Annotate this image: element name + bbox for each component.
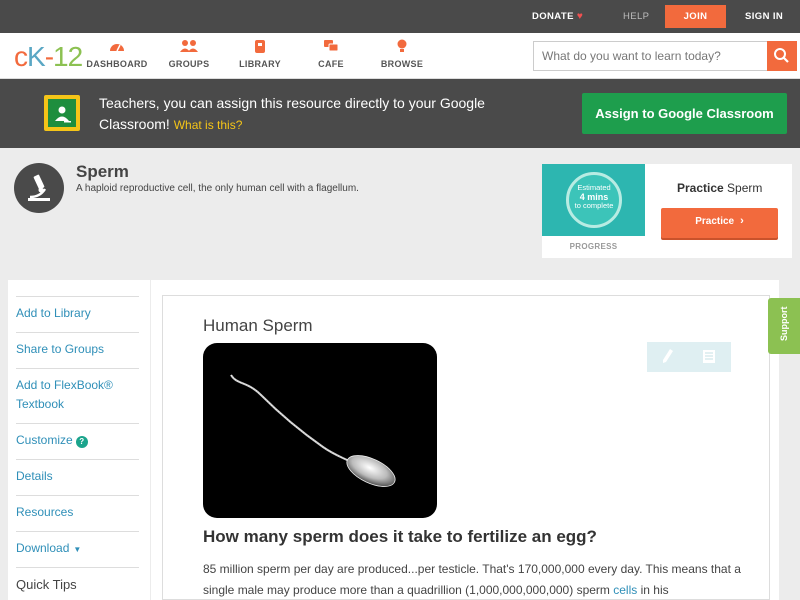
banner-text: Teachers, you can assign this resource d… [99, 95, 485, 132]
practice-button-label: Practice [695, 216, 735, 227]
logo-dash: - [44, 41, 54, 72]
ck12-logo[interactable]: cK-12 [14, 41, 83, 73]
google-classroom-icon [44, 95, 80, 131]
sidebar-item-customize[interactable]: Customize? [16, 423, 139, 450]
content-title: Human Sperm [203, 316, 313, 335]
microscope-icon [14, 163, 64, 213]
caret-down-icon: ▼ [73, 545, 82, 554]
teacher-banner: Teachers, you can assign this resource d… [0, 79, 800, 148]
dashboard-icon [82, 39, 152, 55]
nav-cafe-label: CAFE [318, 59, 344, 69]
search-input[interactable] [534, 42, 768, 70]
est-line3: to complete [574, 201, 614, 210]
assign-google-classroom-button[interactable]: Assign to Google Classroom [582, 93, 787, 134]
sign-in-link[interactable]: SIGN IN [745, 0, 783, 33]
main-nav: cK-12 DASHBOARD GROUPS LIBRARY CAFE BROW… [0, 33, 800, 79]
help-link[interactable]: HELP [623, 0, 649, 33]
donate-label: DONATE [532, 11, 574, 22]
est-line2: 4 mins [579, 191, 609, 202]
what-is-this-link[interactable]: What is this? [174, 118, 243, 132]
help-icon[interactable]: ? [75, 436, 88, 448]
download-label: Download [16, 541, 70, 555]
library-icon [225, 39, 295, 55]
concept-description: A haploid reproductive cell, the only hu… [76, 183, 359, 194]
sidebar-item-download[interactable]: Download ▼ [16, 531, 139, 559]
practice-card: Estimated 4 mins to complete PROGRESS Pr… [542, 164, 792, 258]
search-box [533, 41, 797, 71]
groups-icon [154, 39, 224, 55]
nav-groups[interactable]: GROUPS [154, 39, 224, 69]
nav-dashboard-label: DASHBOARD [86, 59, 148, 69]
top-bar: DONATE ♥ HELP JOIN SIGN IN [0, 0, 800, 33]
join-button[interactable]: JOIN [665, 5, 726, 28]
logo-12: 12 [53, 41, 83, 72]
sidebar-item-add-to-library[interactable]: Add to Library [16, 296, 139, 323]
browse-icon [367, 39, 437, 55]
nav-browse[interactable]: BROWSE [367, 39, 437, 69]
practice-title-bold: Practice [677, 181, 724, 195]
practice-title: Practice Sperm [677, 181, 762, 195]
content-card: Human Sperm How many sperm does it take … [162, 295, 770, 600]
progress-label: PROGRESS [569, 242, 618, 251]
logo-k: K [27, 41, 46, 72]
sidebar: Add to Library Share to Groups Add to Fl… [8, 280, 150, 600]
main-content: Human Sperm How many sperm does it take … [151, 280, 779, 600]
cafe-icon [296, 39, 366, 55]
sperm-image [203, 343, 437, 518]
practice-thumbnail: Estimated 4 mins to complete [542, 164, 645, 236]
practice-title-rest: Sperm [727, 181, 763, 195]
sidebar-item-share-to-groups[interactable]: Share to Groups [16, 332, 139, 359]
sidebar-item-resources[interactable]: Resources [16, 495, 139, 522]
nav-groups-label: GROUPS [168, 59, 210, 69]
notes-icon[interactable] [703, 350, 715, 363]
nav-browse-label: BROWSE [380, 59, 424, 69]
customize-label: Customize [16, 433, 73, 447]
search-icon [774, 48, 789, 63]
heart-icon: ♥ [576, 11, 584, 22]
pencil-icon[interactable] [663, 349, 673, 363]
cells-link[interactable]: cells [613, 583, 637, 597]
content-paragraph: 85 million sperm per day are produced...… [203, 559, 743, 600]
para-text-b: in his [640, 583, 669, 597]
estimated-time: Estimated 4 mins to complete [566, 183, 622, 211]
logo-c: c [14, 41, 28, 72]
practice-button[interactable]: Practice › [661, 208, 778, 238]
nav-library[interactable]: LIBRARY [225, 39, 295, 69]
banner-message: Teachers, you can assign this resource d… [99, 93, 499, 136]
search-button[interactable] [767, 41, 797, 71]
sidebar-item-quick-tips[interactable]: Quick Tips [16, 567, 139, 594]
nav-dashboard[interactable]: DASHBOARD [82, 39, 152, 69]
support-label: Support [779, 306, 789, 342]
concept-header: Sperm A haploid reproductive cell, the o… [0, 148, 800, 278]
support-tab[interactable]: Support [768, 298, 800, 354]
sidebar-item-details[interactable]: Details [16, 459, 139, 486]
content-tools [647, 342, 731, 372]
nav-cafe[interactable]: CAFE [296, 39, 366, 69]
chevron-right-icon: › [740, 215, 744, 227]
donate-link[interactable]: DONATE ♥ [532, 0, 583, 33]
nav-library-label: LIBRARY [239, 59, 281, 69]
sidebar-item-add-to-flexbook[interactable]: Add to FlexBook® Textbook [16, 368, 139, 423]
concept-title: Sperm [76, 162, 129, 181]
content-question: How many sperm does it take to fertilize… [203, 527, 597, 546]
